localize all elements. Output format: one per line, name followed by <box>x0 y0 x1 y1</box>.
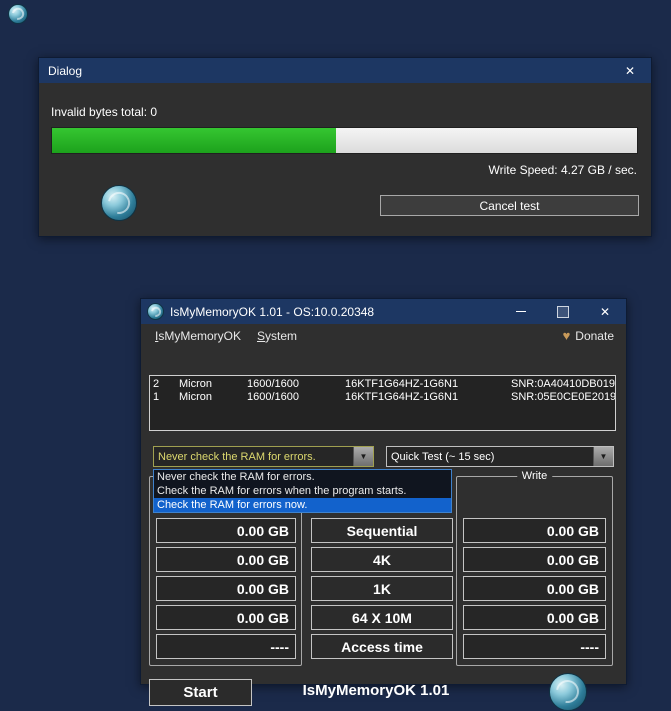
ram-module-list[interactable]: 2 Micron 1600/1600 16KTF1G64HZ-1G6N1 SNR… <box>149 375 616 431</box>
dropdown-option[interactable]: Check the RAM for errors when the progra… <box>154 484 451 498</box>
progress-bar <box>51 127 638 154</box>
ram-speed: 1600/1600 <box>247 391 299 403</box>
minimize-icon <box>516 311 526 312</box>
read-value-access-time: ---- <box>156 634 296 659</box>
test-type-combobox-value: Quick Test (~ 15 sec) <box>391 450 495 463</box>
ram-model: 16KTF1G64HZ-1G6N1 <box>345 378 459 390</box>
close-icon: ✕ <box>624 63 636 78</box>
desktop-shortcut-icon[interactable] <box>8 4 28 24</box>
1k-button[interactable]: 1K <box>311 576 453 601</box>
access-time-button[interactable]: Access time <box>311 634 453 659</box>
write-value-64x10m: 0.00 GB <box>463 605 606 630</box>
donate-label: Donate <box>575 328 614 343</box>
donate-icon: ♥ <box>562 328 571 343</box>
footer-logo-icon <box>549 673 587 711</box>
ram-check-dropdown-list: Never check the RAM for errors. Check th… <box>153 469 452 513</box>
4k-button[interactable]: 4K <box>311 547 453 572</box>
sequential-button[interactable]: Sequential <box>311 518 453 543</box>
ram-slot: 2 <box>153 378 160 390</box>
write-value-access-time: ---- <box>463 634 606 659</box>
ram-check-combobox[interactable]: Never check the RAM for errors. ▼ <box>153 446 374 467</box>
menubar: IsMyMemoryOK System ♥ Donate <box>141 324 626 347</box>
chevron-down-icon[interactable]: ▼ <box>353 447 373 466</box>
dialog-title: Dialog <box>48 63 83 78</box>
main-client-area: IsMyMemoryOK System ♥ Donate 2 Micron 16… <box>141 324 626 711</box>
64x10m-button[interactable]: 64 X 10M <box>311 605 453 630</box>
ram-slot: 1 <box>153 391 160 403</box>
footer-app-title: IsMyMemoryOK 1.01 <box>302 682 450 699</box>
read-value-sequential: 0.00 GB <box>156 518 296 543</box>
write-value-1k: 0.00 GB <box>463 576 606 601</box>
maximize-icon <box>557 305 569 318</box>
write-value-sequential: 0.00 GB <box>463 518 606 543</box>
ram-serial: SNR:05E0CE0E2019 <box>511 391 616 403</box>
read-value-4k: 0.00 GB <box>156 547 296 572</box>
ram-serial: SNR:0A40410DB019 <box>511 378 615 390</box>
chevron-down-icon[interactable]: ▼ <box>593 447 613 466</box>
start-button[interactable]: Start <box>149 679 252 706</box>
menu-system[interactable]: System <box>249 327 305 345</box>
minimize-button[interactable] <box>500 299 542 324</box>
desktop: Dialog ✕ Invalid bytes total: 0 Write Sp… <box>0 0 671 711</box>
write-value-4k: 0.00 GB <box>463 547 606 572</box>
window-controls: ✕ <box>500 299 626 324</box>
write-group-label: Write <box>516 470 553 482</box>
app-titlebar-icon <box>147 303 164 320</box>
dialog-close-button[interactable]: ✕ <box>609 58 651 83</box>
ram-check-combobox-value: Never check the RAM for errors. <box>158 450 316 463</box>
ram-list-row[interactable]: 2 Micron 1600/1600 16KTF1G64HZ-1G6N1 SNR… <box>150 378 615 391</box>
ram-brand: Micron <box>179 378 213 390</box>
write-speed-label: Write Speed: 4.27 GB / sec. <box>488 163 637 177</box>
dialog-titlebar[interactable]: Dialog ✕ <box>39 58 651 83</box>
read-value-1k: 0.00 GB <box>156 576 296 601</box>
donate-button[interactable]: ♥ Donate <box>563 329 620 343</box>
progress-dialog-window: Dialog ✕ Invalid bytes total: 0 Write Sp… <box>38 57 652 237</box>
cancel-test-button[interactable]: Cancel test <box>380 195 639 216</box>
dialog-content: Invalid bytes total: 0 Write Speed: 4.27… <box>39 83 651 235</box>
dropdown-option-selected[interactable]: Check the RAM for errors now. <box>154 498 451 512</box>
maximize-button[interactable] <box>542 299 584 324</box>
close-button[interactable]: ✕ <box>584 299 626 324</box>
ram-brand: Micron <box>179 391 213 403</box>
ram-list-row[interactable]: 1 Micron 1600/1600 16KTF1G64HZ-1G6N1 SNR… <box>150 391 615 404</box>
close-icon: ✕ <box>599 304 611 319</box>
main-window: IsMyMemoryOK 1.01 - OS:10.0.20348 ✕ IsMy… <box>140 298 627 711</box>
main-window-title: IsMyMemoryOK 1.01 - OS:10.0.20348 <box>170 304 375 319</box>
main-titlebar[interactable]: IsMyMemoryOK 1.01 - OS:10.0.20348 ✕ <box>141 299 626 324</box>
app-logo-icon <box>101 185 137 221</box>
dropdown-option[interactable]: Never check the RAM for errors. <box>154 470 451 484</box>
ram-speed: 1600/1600 <box>247 378 299 390</box>
progress-fill <box>52 128 336 153</box>
test-type-combobox[interactable]: Quick Test (~ 15 sec) ▼ <box>386 446 614 467</box>
read-value-64x10m: 0.00 GB <box>156 605 296 630</box>
ram-model: 16KTF1G64HZ-1G6N1 <box>345 391 459 403</box>
menu-ismymemoryok[interactable]: IsMyMemoryOK <box>147 327 249 345</box>
invalid-bytes-label: Invalid bytes total: 0 <box>51 105 158 119</box>
